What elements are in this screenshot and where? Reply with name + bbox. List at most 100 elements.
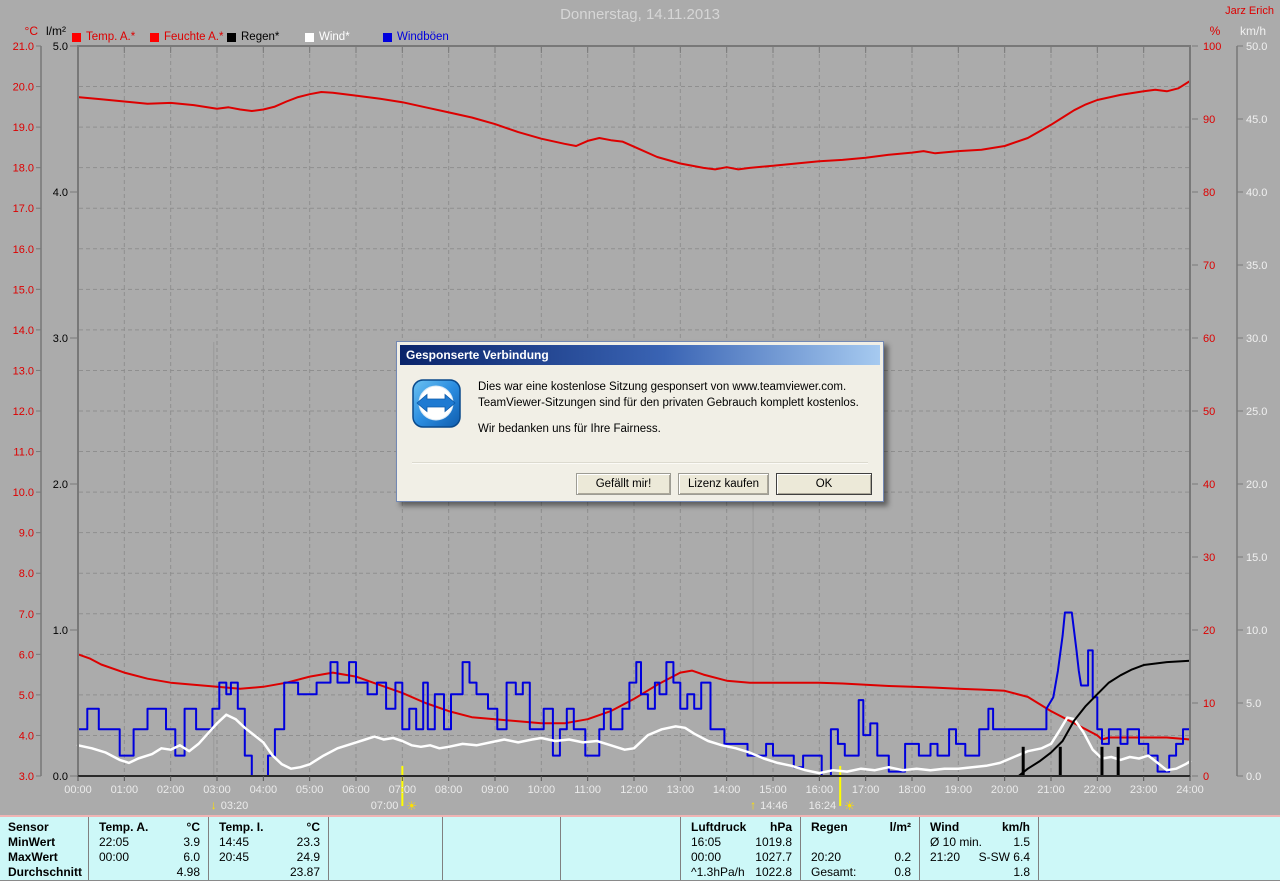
- hour-label: 03:00: [203, 784, 231, 796]
- stats-cell: [329, 850, 442, 865]
- stats-row-label: Sensor: [0, 820, 88, 835]
- stats-cell: ^1.3hPa/h1022.8: [681, 865, 800, 880]
- stats-cell: 1.8: [920, 865, 1038, 880]
- stats-cell: 14:4523.3: [209, 835, 328, 850]
- axis-tick-label: 40.0: [1246, 187, 1267, 199]
- axis-tick-label: 80: [1203, 187, 1215, 199]
- axis-tick-label: 3.0: [19, 771, 34, 783]
- stats-cell: [561, 835, 680, 850]
- dialog-message-line3: Wir bedanken uns für Ihre Fairness.: [478, 421, 859, 437]
- stats-cell: [443, 850, 560, 865]
- sunrise-time: 07:00: [371, 800, 399, 812]
- stats-cell: Gesamt:0.8: [801, 865, 919, 880]
- hour-label: 06:00: [342, 784, 370, 796]
- hour-label: 23:00: [1130, 784, 1158, 796]
- dialog-message-line2: TeamViewer-Sitzungen sind für den privat…: [478, 395, 859, 411]
- axis-tick-label: 20.0: [13, 82, 34, 94]
- axis-tick-label: 90: [1203, 114, 1215, 126]
- stats-cell: [443, 835, 560, 850]
- stats-cell: [443, 820, 560, 835]
- moonrise-time: 14:46: [760, 800, 788, 812]
- teamviewer-dialog: Gesponserte Verbindung Dies war eine kos…: [396, 341, 884, 502]
- axis-tick-label: 10.0: [1246, 625, 1267, 637]
- stats-col-temp-a-: Temp. A.°C22:053.900:006.04.98: [88, 817, 208, 880]
- axis-tick-label: 3.0: [53, 333, 68, 345]
- dialog-title-text: Gesponserte Verbindung: [406, 348, 549, 362]
- axis-tick-label: 4.0: [53, 187, 68, 199]
- stats-col-empty: [442, 817, 560, 880]
- stats-cell: 00:001027.7: [681, 850, 800, 865]
- axis-tick-label: 6.0: [19, 649, 34, 661]
- hour-label: 07:00: [389, 784, 417, 796]
- axis-tick-label: 0: [1203, 771, 1209, 783]
- hour-label: 21:00: [1037, 784, 1065, 796]
- hour-label: 08:00: [435, 784, 463, 796]
- axis-tick-label: 30.0: [1246, 333, 1267, 345]
- sunrise-icon: ☀: [406, 799, 417, 813]
- stats-cell: Regenl/m²: [801, 820, 919, 835]
- dialog-message-line1: Dies war eine kostenlose Sitzung gespons…: [478, 379, 859, 395]
- stats-row-label: Durchschnitt: [0, 865, 88, 880]
- axis-tick-label: 18.0: [13, 163, 34, 175]
- stats-row-label: MaxWert: [0, 850, 88, 865]
- hour-label: 04:00: [250, 784, 278, 796]
- stats-cell: 20:4524.9: [209, 850, 328, 865]
- hour-label: 11:00: [574, 784, 601, 796]
- axis-tick-label: 5.0: [19, 690, 34, 702]
- axis-tick-label: 50: [1203, 406, 1215, 418]
- stats-col-empty: [328, 817, 442, 880]
- axis-tick-label: 10: [1203, 698, 1215, 710]
- dialog-titlebar[interactable]: Gesponserte Verbindung: [400, 345, 880, 365]
- hour-label: 05:00: [296, 784, 324, 796]
- axis-tick-label: 7.0: [19, 609, 34, 621]
- hour-label: 10:00: [528, 784, 556, 796]
- stats-cell: [561, 850, 680, 865]
- stats-cell: [329, 820, 442, 835]
- axis-tick-label: 9.0: [19, 528, 34, 540]
- hour-label: 09:00: [481, 784, 509, 796]
- axis-tick-label: 12.0: [13, 406, 34, 418]
- sunset-icon: ☀: [844, 799, 855, 813]
- hour-label: 18:00: [898, 784, 926, 796]
- stats-cell: [1039, 835, 1279, 850]
- hour-label: 13:00: [667, 784, 695, 796]
- stats-cell: 22:053.9: [89, 835, 208, 850]
- axis-tick-label: 20.0: [1246, 479, 1267, 491]
- axis-tick-label: 19.0: [13, 122, 34, 134]
- stats-cell: [1039, 865, 1279, 880]
- axis-tick-label: 8.0: [19, 568, 34, 580]
- like-button[interactable]: Gefällt mir!: [576, 473, 671, 495]
- stats-cell: [1039, 820, 1279, 835]
- stats-col-empty: [560, 817, 680, 880]
- stats-cell: 4.98: [89, 865, 208, 880]
- moonset-icon: ↓: [211, 798, 217, 812]
- buy-license-button[interactable]: Lizenz kaufen: [678, 473, 769, 495]
- hour-label: 19:00: [945, 784, 973, 796]
- axis-tick-label: 5.0: [53, 41, 68, 53]
- ok-button[interactable]: OK: [776, 473, 872, 495]
- axis-tick-label: 0.0: [53, 771, 68, 783]
- axis-tick-label: 21.0: [13, 41, 34, 53]
- stats-cell: Windkm/h: [920, 820, 1038, 835]
- hour-label: 00:00: [64, 784, 92, 796]
- hour-label: 24:00: [1176, 784, 1204, 796]
- hour-label: 16:00: [806, 784, 834, 796]
- axis-tick-label: 45.0: [1246, 114, 1267, 126]
- stats-cell: 16:051019.8: [681, 835, 800, 850]
- stats-cell: Temp. A.°C: [89, 820, 208, 835]
- dialog-message: Dies war eine kostenlose Sitzung gespons…: [478, 379, 859, 437]
- stats-col-empty: [1038, 817, 1279, 880]
- axis-tick-label: 4.0: [19, 730, 34, 742]
- stats-cell: [443, 865, 560, 880]
- stats-row-labels: SensorMinWertMaxWertDurchschnitt: [0, 817, 88, 880]
- axis-tick-label: 70: [1203, 260, 1215, 272]
- axis-tick-label: 15.0: [13, 284, 34, 296]
- axis-tick-label: 1.0: [53, 625, 68, 637]
- hour-label: 22:00: [1084, 784, 1112, 796]
- axis-tick-label: 14.0: [13, 325, 34, 337]
- axis-tick-label: 5.0: [1246, 698, 1261, 710]
- hour-label: 15:00: [759, 784, 787, 796]
- stats-cell: [1039, 850, 1279, 865]
- axis-tick-label: 0.0: [1246, 771, 1261, 783]
- moonrise-icon: ↑: [750, 798, 756, 812]
